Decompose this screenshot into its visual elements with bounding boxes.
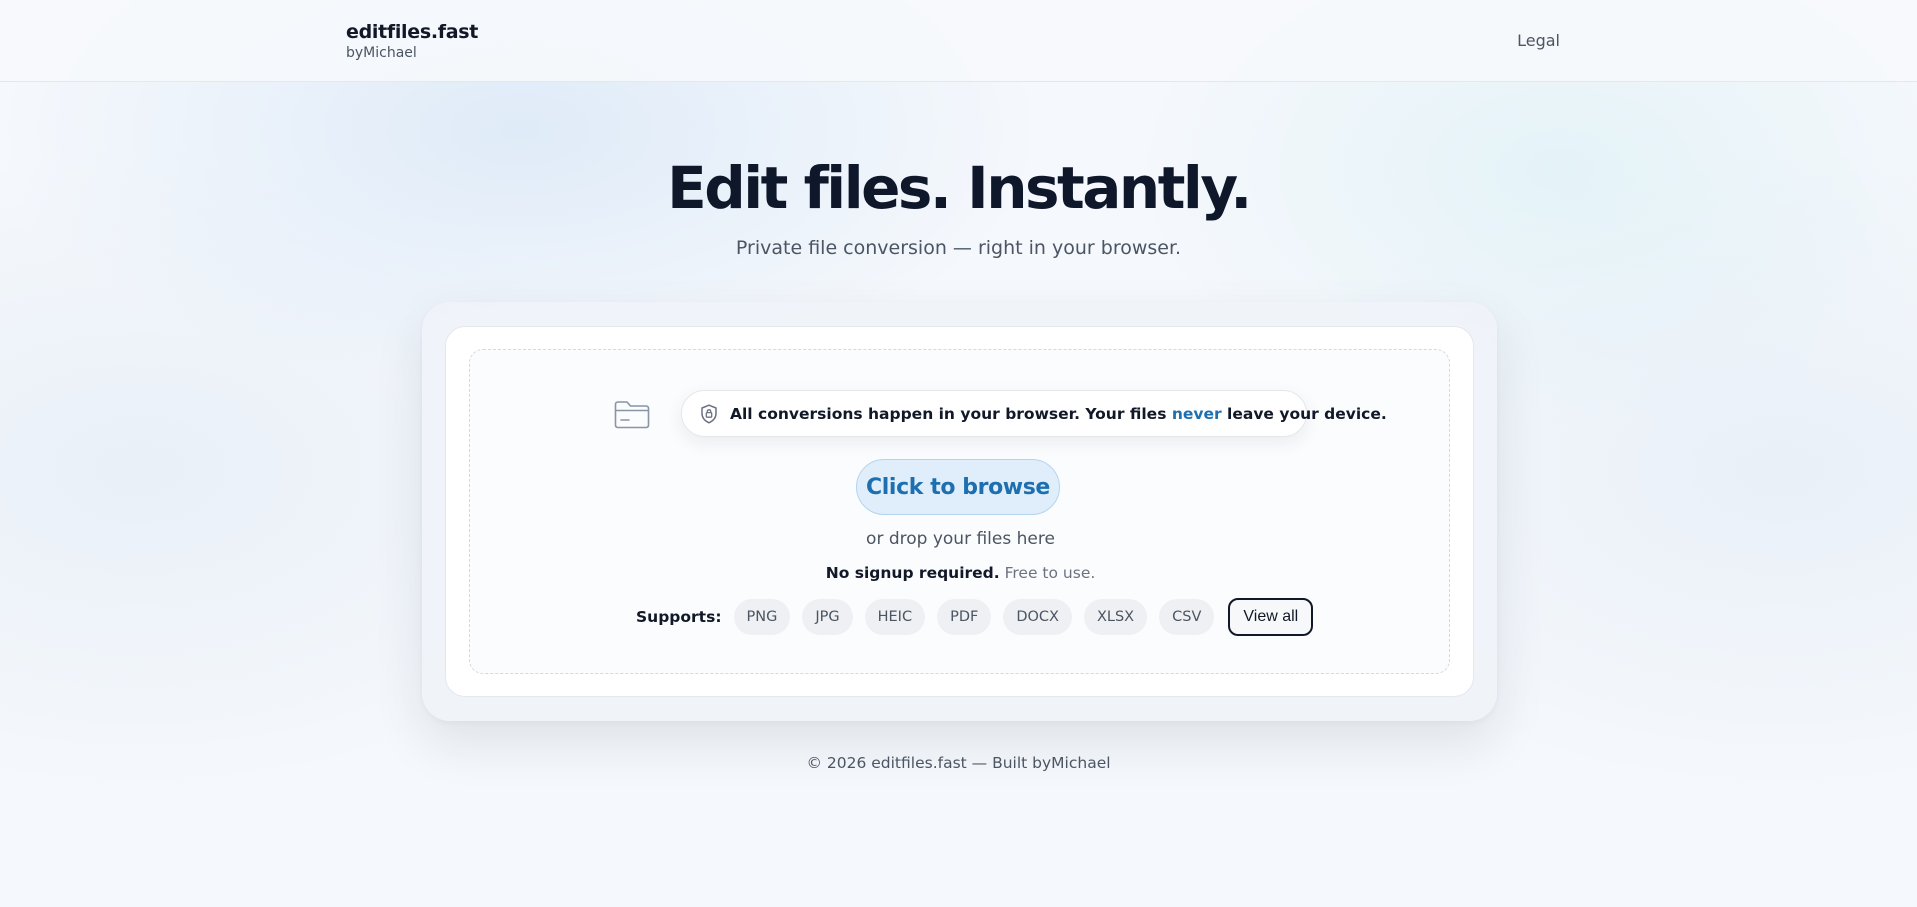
- browse-files-button[interactable]: Click to browse: [856, 459, 1060, 515]
- shield-icon: [701, 403, 717, 424]
- supported-formats: Supports: PNG JPG HEIC PDF DOCX XLSX CSV…: [636, 598, 1314, 636]
- privacy-text-part1: All conversions happen in your browser. …: [730, 404, 1172, 423]
- site-header: editfiles.fast byMichael Legal: [0, 0, 1917, 82]
- privacy-text: All conversions happen in your browser. …: [730, 405, 1387, 423]
- site-footer: © 2026 editfiles.fast — Built byMichael: [806, 754, 1111, 772]
- legal-link[interactable]: Legal: [1517, 31, 1560, 50]
- drop-hint: or drop your files here: [866, 529, 1055, 549]
- privacy-notice: All conversions happen in your browser. …: [681, 390, 1387, 437]
- brand-byline: byMichael: [346, 45, 417, 61]
- view-all-formats-button[interactable]: View all: [1228, 598, 1314, 636]
- supports-label: Supports:: [636, 608, 722, 626]
- format-chip-xlsx: XLSX: [1083, 599, 1148, 635]
- folder-icon: [614, 401, 650, 429]
- hero-subtitle: Private file conversion — right in your …: [735, 237, 1182, 259]
- brand-name: editfiles.fast: [346, 21, 479, 43]
- brand[interactable]: editfiles.fast byMichael: [346, 20, 478, 62]
- privacy-emphasis: never: [1171, 404, 1222, 423]
- format-chip-csv: CSV: [1159, 599, 1215, 635]
- signup-note: No signup required. Free to use.: [470, 564, 1451, 582]
- format-chip-pdf: PDF: [937, 599, 992, 635]
- format-chip-docx: DOCX: [1003, 599, 1072, 635]
- format-chip-heic: HEIC: [864, 599, 926, 635]
- privacy-text-part2: leave your device.: [1221, 404, 1387, 423]
- hero-title: Edit files. Instantly.: [667, 154, 1252, 222]
- signup-bold: No signup required.: [825, 564, 1000, 582]
- format-chip-jpg: JPG: [802, 599, 853, 635]
- file-dropzone[interactable]: All conversions happen in your browser. …: [469, 349, 1450, 674]
- upload-card-inner: All conversions happen in your browser. …: [445, 326, 1474, 697]
- signup-light: Free to use.: [1004, 564, 1096, 582]
- upload-card: All conversions happen in your browser. …: [422, 302, 1497, 721]
- format-chip-png: PNG: [733, 599, 791, 635]
